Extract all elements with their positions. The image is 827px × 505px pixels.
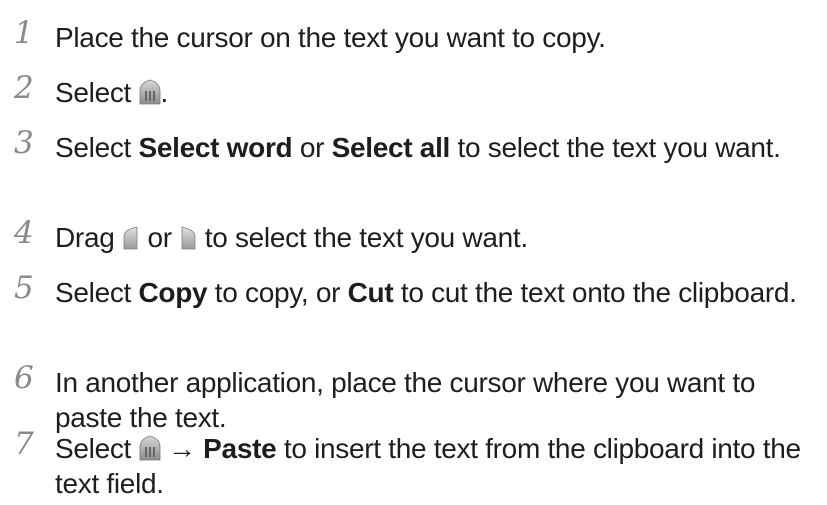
step-text: In another application, place the cursor… xyxy=(55,365,825,435)
left-selection-handle-icon xyxy=(122,226,140,250)
instruction-steps: 1 Place the cursor on the text you want … xyxy=(0,0,827,505)
step-number: 1 xyxy=(14,15,34,51)
step-text-prefix: Select xyxy=(55,77,139,108)
step-number: 7 xyxy=(14,426,34,462)
step-text-part: Drag xyxy=(55,222,122,253)
cut-label: Cut xyxy=(347,277,394,308)
step-text: Place the cursor on the text you want to… xyxy=(55,20,825,55)
step-text-part: to select the text you want. xyxy=(450,132,781,163)
step-text: Drag or to select the text you want. xyxy=(55,220,825,255)
step-text-part: Select xyxy=(55,433,139,464)
clip-menu-icon xyxy=(139,79,161,105)
select-all-label: Select all xyxy=(331,132,451,163)
step-text: Select → Paste to insert the text from t… xyxy=(55,431,825,501)
right-selection-handle-icon xyxy=(179,226,197,250)
right-arrow-icon: → xyxy=(160,433,204,464)
step-text-suffix: . xyxy=(160,77,169,108)
step-text-body: Place the cursor on the text you want to… xyxy=(55,22,606,53)
step-text-part: to cut the text onto the clipboard. xyxy=(393,277,797,308)
step-number: 6 xyxy=(14,360,34,396)
step-text: Select Copy to copy, or Cut to cut the t… xyxy=(55,275,825,310)
step-text: Select Select word or Select all to sele… xyxy=(55,130,825,165)
step-number: 4 xyxy=(14,215,34,251)
step-text: Select . xyxy=(55,75,825,110)
step-text-part: to copy, or xyxy=(207,277,348,308)
step-text-body: In another application, place the cursor… xyxy=(55,367,756,433)
paste-label: Paste xyxy=(203,433,277,464)
step-number: 3 xyxy=(14,125,34,161)
step-text-part: to select the text you want. xyxy=(197,222,528,253)
select-word-label: Select word xyxy=(138,132,293,163)
step-text-part: or xyxy=(139,222,180,253)
step-text-part: Select xyxy=(55,132,139,163)
clip-menu-icon xyxy=(139,435,161,461)
step-text-part: or xyxy=(292,132,332,163)
step-number: 2 xyxy=(14,70,34,106)
step-text-part: Select xyxy=(55,277,139,308)
copy-label: Copy xyxy=(138,277,208,308)
step-number: 5 xyxy=(14,270,34,306)
